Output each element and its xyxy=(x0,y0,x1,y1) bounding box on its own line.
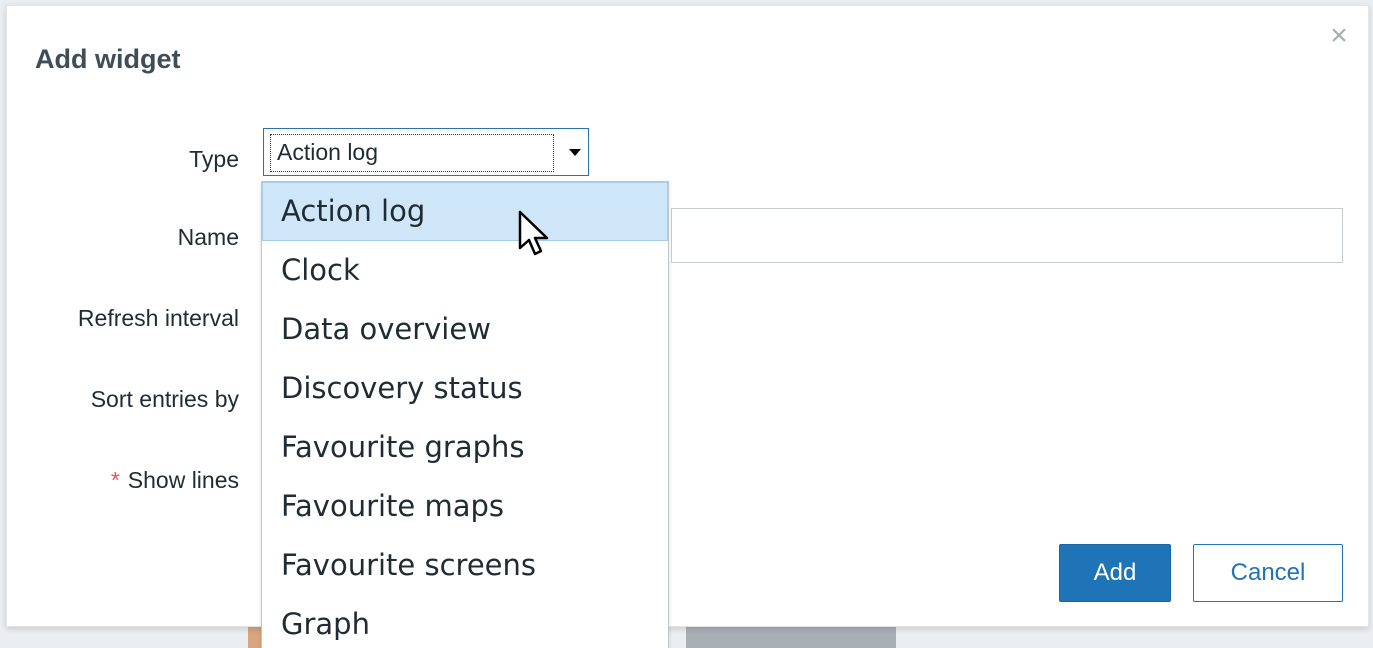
cancel-button[interactable]: Cancel xyxy=(1193,544,1343,602)
background-widget-strip xyxy=(686,626,896,648)
type-select[interactable]: Action log xyxy=(263,128,589,176)
dropdown-option-graph[interactable]: Graph xyxy=(262,595,668,648)
refresh-interval-label: Refresh interval xyxy=(77,305,239,331)
dropdown-option-data-overview[interactable]: Data overview xyxy=(262,300,668,359)
dropdown-option-action-log[interactable]: Action log xyxy=(262,182,668,241)
type-label: Type xyxy=(189,146,239,172)
mouse-pointer-icon xyxy=(518,210,549,256)
background-widget-strip xyxy=(248,626,262,648)
name-input[interactable] xyxy=(671,208,1343,263)
dropdown-option-discovery-status[interactable]: Discovery status xyxy=(262,359,668,418)
dropdown-option-favourite-graphs[interactable]: Favourite graphs xyxy=(262,418,668,477)
dropdown-option-favourite-screens[interactable]: Favourite screens xyxy=(262,536,668,595)
close-icon[interactable]: × xyxy=(1325,21,1353,51)
dropdown-option-favourite-maps[interactable]: Favourite maps xyxy=(262,477,668,536)
name-label: Name xyxy=(177,224,239,250)
chevron-down-icon xyxy=(569,149,581,156)
show-lines-text: Show lines xyxy=(127,467,239,493)
sort-entries-label: Sort entries by xyxy=(90,386,239,412)
required-marker: * xyxy=(110,467,120,493)
dropdown-option-clock[interactable]: Clock xyxy=(262,241,668,300)
show-lines-label: * Show lines xyxy=(111,467,239,494)
type-dropdown-list: Action log Clock Data overview Discovery… xyxy=(261,181,669,648)
add-widget-dialog: Add widget × Type Action log Name Refres… xyxy=(6,5,1369,627)
type-select-value: Action log xyxy=(270,134,554,172)
dialog-title: Add widget xyxy=(35,44,181,74)
add-button[interactable]: Add xyxy=(1059,544,1171,602)
